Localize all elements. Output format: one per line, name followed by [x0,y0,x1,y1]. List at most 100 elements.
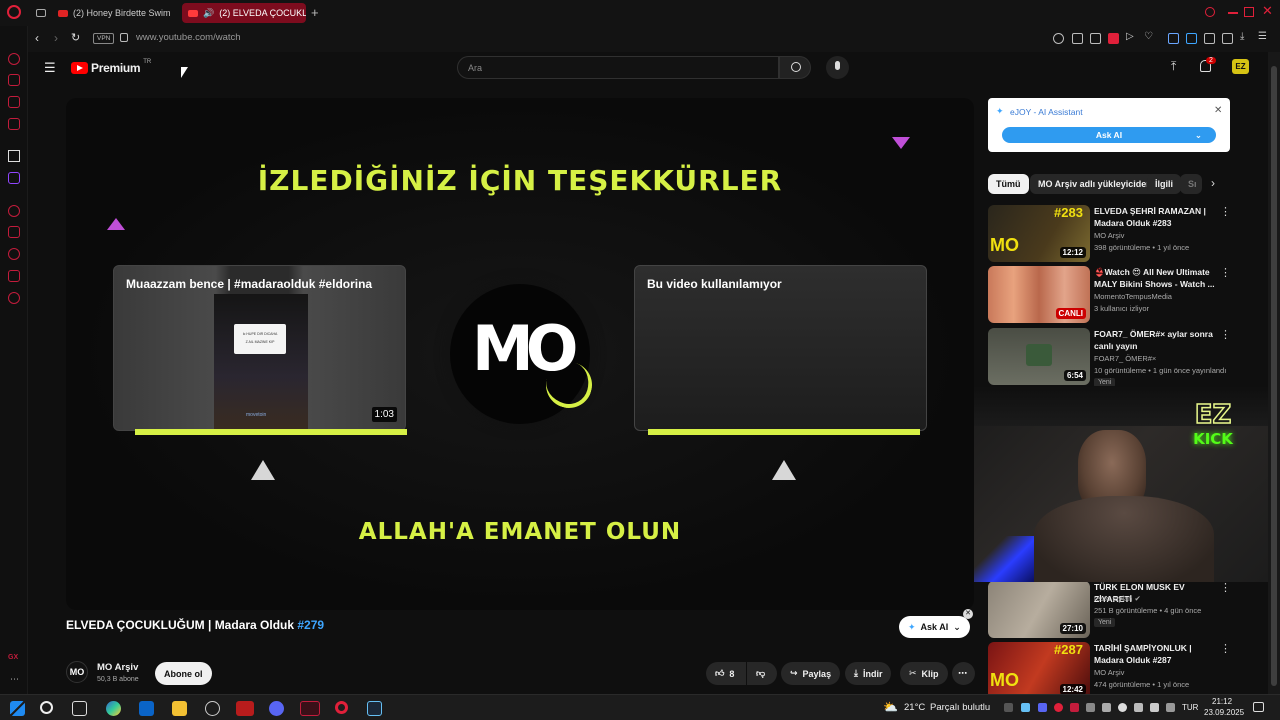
list-item[interactable]: MO #283 12:12 ELVEDA ŞEHRİ RAMAZAN | Mad… [988,205,1231,263]
temperature[interactable]: 21°C [904,702,925,713]
pin-icon[interactable] [1072,33,1083,44]
clip-button[interactable]: ✂ Klip [900,662,948,685]
tray-steam-icon[interactable] [1021,703,1030,712]
rec-menu-icon[interactable] [1220,581,1231,595]
url-field[interactable]: www.youtube.com/watch [136,32,241,43]
rec-channel[interactable]: MO Arşiv [1094,668,1124,677]
windows-start-icon[interactable] [10,701,25,716]
ejoy-close-icon[interactable]: ✕ [1214,105,1222,116]
end-card-video-right[interactable]: Bu video kullanılamıyor [634,265,927,431]
bookmarks-icon[interactable] [8,226,20,238]
translate-icon[interactable] [1186,33,1197,44]
rec-menu-icon[interactable] [1220,328,1231,342]
twitch-icon[interactable] [8,172,20,184]
close-ask-ai-icon[interactable]: ✕ [963,609,973,619]
vpn-badge[interactable]: VPN [93,33,115,44]
new-tab-icon[interactable]: + [311,5,319,20]
tray-battery-icon[interactable] [1166,703,1175,712]
tab-honey-birdette[interactable]: (2) Honey Birdette Swimw [52,3,170,23]
task-view-icon[interactable] [72,701,87,716]
gx-corner-icon[interactable] [8,96,20,108]
search-tabs-icon[interactable] [1205,7,1215,17]
ask-ai-button[interactable]: ✦ Ask AI ⌄ [899,616,970,638]
tray-network-icon[interactable] [1134,703,1143,712]
chip-all[interactable]: Tümü [988,174,1029,194]
end-card-video-left[interactable]: Ic HUPE DIR DICAHA Z AIL MAZINE KIP move… [113,265,406,431]
cube-icon[interactable] [1222,33,1233,44]
subscribe-button[interactable]: Abone ol [155,662,212,685]
puzzle-icon[interactable] [1204,33,1215,44]
obs-icon[interactable] [205,701,220,716]
download-icon[interactable]: ⤓ [1240,31,1251,44]
file-explorer-icon[interactable] [172,701,187,716]
chip-related[interactable]: İlgili [1147,174,1181,194]
rec-menu-icon[interactable] [1220,205,1231,219]
rec-channel[interactable]: testo taylan ✔ [1094,594,1141,603]
pocket-icon[interactable] [1108,33,1119,44]
voice-app-icon[interactable] [236,701,254,716]
reload-icon[interactable]: ↻ [71,31,80,44]
tray-opera-icon[interactable] [1054,703,1063,712]
lock-icon[interactable] [120,33,128,42]
rec-menu-icon[interactable] [1220,642,1231,656]
like-button[interactable]: 👍︎ 8 [706,662,746,685]
clock-date[interactable]: 23.09.2025 [1204,708,1244,717]
weather-icon[interactable]: ⛅ [883,700,898,714]
zoom-icon[interactable] [1053,33,1064,44]
hamburger-icon[interactable]: ☰ [44,60,56,76]
chips-next-icon[interactable]: › [1211,176,1215,190]
clock-time[interactable]: 21:12 [1212,697,1232,706]
steam-icon[interactable] [367,701,382,716]
close-window-icon[interactable]: ✕ [1262,3,1273,19]
tab-overview-icon[interactable] [36,9,46,17]
gx-shop-icon[interactable] [8,74,20,86]
gx-notes-icon[interactable] [8,118,20,130]
outlook-icon[interactable] [139,701,154,716]
rec-menu-icon[interactable] [1220,266,1231,280]
extensions-side-icon[interactable] [8,270,20,282]
page-scrollbar[interactable] [1268,52,1280,694]
list-item[interactable]: 27:10 TÜRK ELON MUSK EV ZİYARETİ testo t… [988,581,1231,639]
language-indicator[interactable]: TUR [1182,703,1198,712]
opera-gx-taskbar-icon[interactable] [300,701,320,716]
extension-icon[interactable] [1168,33,1179,44]
channel-name[interactable]: MO Arşiv [97,662,138,673]
tab-elveda[interactable]: 🔊 (2) ELVEDA ÇOCUKLU [182,3,306,23]
channel-logo[interactable]: MO [450,284,598,424]
gx-control-icon[interactable] [8,53,20,65]
play-icon[interactable]: ▷ [1126,31,1137,44]
youtube-logo[interactable]: Premium TR [71,59,151,75]
more-actions-button[interactable]: ⋯ [952,662,975,685]
mic-button[interactable] [826,56,849,79]
settings-icon[interactable] [8,292,20,304]
forward-icon[interactable]: › [54,31,58,45]
history-icon[interactable] [8,248,20,260]
download-button[interactable]: ⤓ İndir [845,662,892,685]
rec-channel[interactable]: MO Arşiv [1094,231,1124,240]
player-icon[interactable] [8,205,20,217]
search-icon[interactable] [40,701,53,714]
copilot-icon[interactable] [106,701,121,716]
back-icon[interactable]: ‹ [35,31,39,45]
rec-channel[interactable]: FOAR7_ ÖMER#× [1094,354,1156,363]
weather-description[interactable]: Parçalı bulutlu [930,702,990,713]
upload-icon[interactable]: ⤒ [1171,59,1176,74]
channel-avatar[interactable]: MO [66,661,88,683]
list-item[interactable]: MO #287 12:42 TARİHİ ŞAMPİYONLUK | Madar… [988,642,1231,694]
tray-mic-icon[interactable] [1118,703,1127,712]
opera-logo-icon[interactable] [7,5,21,19]
video-player[interactable]: İZLEDİĞİNİZ İÇİN TEŞEKKÜRLER Ic HUPE DIR… [66,98,974,610]
rec-channel[interactable]: MomentoTempusMedia [1094,292,1172,301]
more-icon[interactable]: ⋯ [10,674,19,685]
minimize-icon[interactable] [1228,12,1238,14]
opera-taskbar-icon[interactable] [335,701,348,714]
tray-discord-icon[interactable] [1038,703,1047,712]
share-button[interactable]: ↪ Paylaş [781,662,841,685]
menu-icon[interactable]: ☰ [1258,31,1269,44]
discord-icon[interactable] [269,701,284,716]
tray-volume-icon[interactable] [1150,703,1159,712]
heart-icon[interactable]: ♡ [1144,31,1155,44]
tray-app-icon[interactable] [1102,703,1111,712]
list-item[interactable]: CANLI 👙Watch 😍 All New Ultimate MALY Bik… [988,266,1231,324]
scrollbar-thumb[interactable] [1271,66,1277,686]
